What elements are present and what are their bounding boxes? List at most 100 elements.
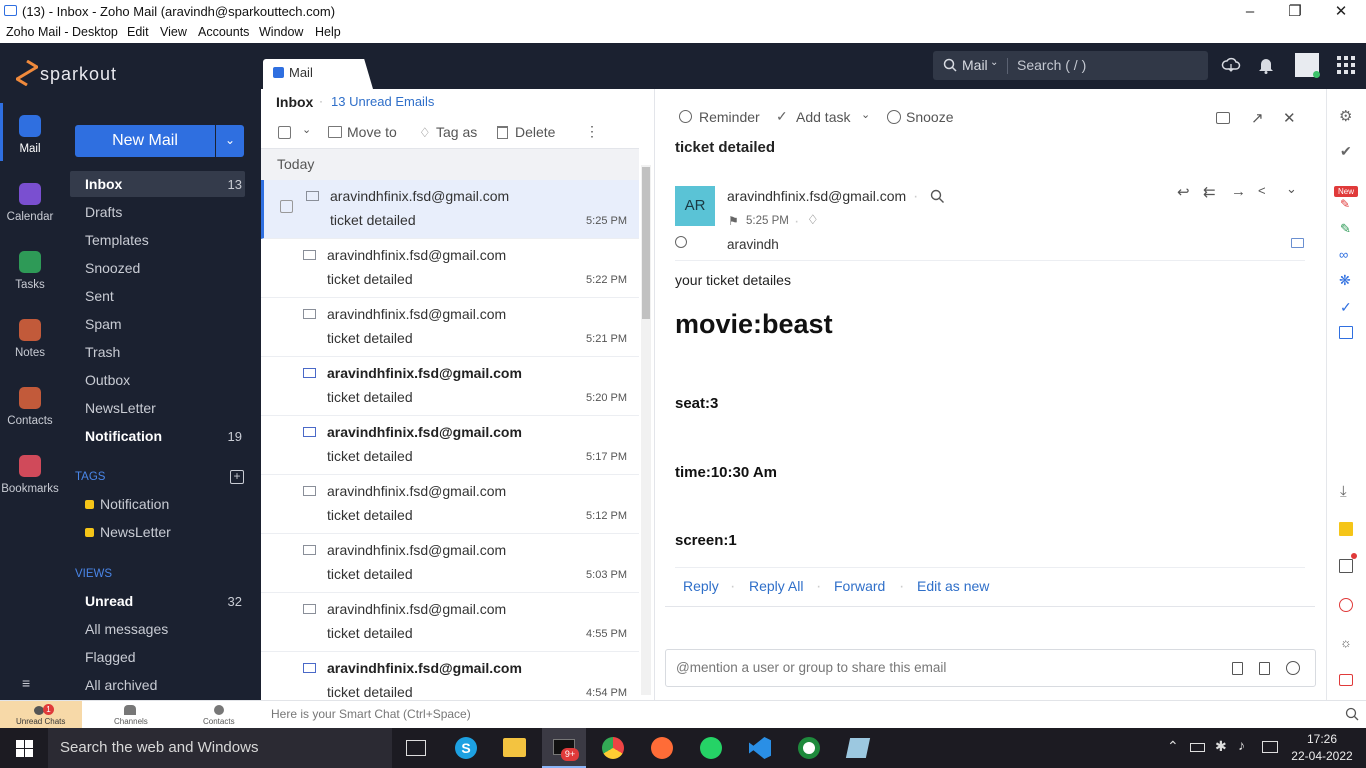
check-icon[interactable]: ✓ (1340, 299, 1352, 316)
folder-outbox[interactable]: Outbox (85, 372, 130, 388)
unread-count-link[interactable]: 13 Unread Emails (331, 94, 434, 109)
new-mail-dropdown[interactable]: ⌄ (216, 125, 244, 157)
task-icon[interactable] (1259, 662, 1270, 675)
list-scrollbar-thumb[interactable] (642, 167, 650, 319)
task-view-icon[interactable] (406, 740, 426, 756)
snooze-button[interactable]: Snooze (906, 109, 953, 125)
folder-trash[interactable]: Trash (85, 344, 120, 360)
reply-all-link[interactable]: Reply All (749, 578, 803, 594)
row-checkbox[interactable] (280, 200, 293, 213)
list-item[interactable]: aravindhfinix.fsd@gmail.com ticket detai… (261, 593, 639, 652)
view-unread[interactable]: Unread (85, 593, 133, 609)
integrations-icon[interactable]: ❋ (1339, 272, 1351, 289)
feedback-icon[interactable] (1339, 674, 1353, 686)
app-icon[interactable] (845, 738, 871, 758)
wifi-icon[interactable]: ✱ (1215, 738, 1227, 755)
sticky-note-icon[interactable] (1339, 522, 1353, 536)
whatsapp-icon[interactable] (700, 737, 722, 759)
folder-newsletter[interactable]: NewsLetter (85, 400, 156, 416)
windows-start-icon[interactable] (16, 740, 33, 757)
tag-icon[interactable]: ♢ (807, 212, 819, 228)
menu-view[interactable]: View (160, 25, 187, 39)
folder-spam[interactable]: Spam (85, 316, 122, 332)
new-mail-button[interactable]: New Mail (75, 125, 215, 157)
view-all-messages[interactable]: All messages (85, 621, 168, 637)
search-scope[interactable]: Mail (962, 57, 988, 73)
search-bar[interactable]: Mail ⌄ Search ( / ) (933, 51, 1208, 80)
chevron-down-icon[interactable]: ⌄ (1286, 181, 1297, 197)
chart-icon[interactable]: ✎ (1340, 221, 1351, 237)
more-options-icon[interactable]: ⋮ (585, 123, 599, 140)
chrome-icon[interactable] (602, 737, 624, 759)
reminder-button[interactable]: Reminder (699, 109, 760, 125)
rail-item-contacts[interactable]: Contacts (0, 387, 60, 427)
folder-sent[interactable]: Sent (85, 288, 114, 304)
edit-as-new-link[interactable]: Edit as new (917, 578, 989, 594)
add-tag-icon[interactable]: + (230, 470, 244, 484)
search-icon[interactable] (930, 189, 945, 204)
tab-mail[interactable]: Mail (263, 59, 373, 89)
node-icon[interactable] (798, 737, 820, 759)
comment-input[interactable]: @mention a user or group to share this e… (665, 649, 1316, 687)
search-input[interactable]: Search ( / ) (1017, 57, 1086, 73)
flag-icon[interactable]: ⚑ (728, 214, 739, 228)
menu-help[interactable]: Help (315, 25, 341, 39)
breadcrumb-inbox[interactable]: Inbox (276, 94, 313, 110)
list-item[interactable]: aravindhfinix.fsd@gmail.com ticket detai… (261, 357, 639, 416)
tag-newsletter[interactable]: NewsLetter (100, 524, 171, 540)
rail-item-tasks[interactable]: Tasks (0, 251, 60, 291)
taskbar-search[interactable]: Search the web and Windows (48, 728, 392, 768)
tag-notification[interactable]: Notification (100, 496, 169, 512)
folder-snoozed[interactable]: Snoozed (85, 260, 140, 276)
rail-item-calendar[interactable]: Calendar (0, 183, 60, 223)
tray-chevron-icon[interactable]: ⌃ (1167, 738, 1179, 755)
expand-details-icon[interactable] (675, 236, 687, 248)
reply-all-icon[interactable]: ⇇ (1203, 183, 1216, 201)
bell-icon[interactable] (1258, 56, 1274, 74)
menu-window[interactable]: Window (259, 25, 303, 39)
folder-drafts[interactable]: Drafts (85, 204, 122, 220)
open-new-window-icon[interactable]: ↗ (1251, 109, 1264, 127)
tab-channels[interactable]: Channels (82, 701, 178, 728)
list-item[interactable]: aravindhfinix.fsd@gmail.com ticket detai… (261, 475, 639, 534)
smart-chat-input[interactable]: Here is your Smart Chat (Ctrl+Space) (271, 707, 471, 721)
notes-icon[interactable] (1232, 662, 1243, 675)
signature-icon[interactable]: ✔ (1340, 143, 1352, 160)
tag-as-button[interactable]: Tag as (436, 124, 477, 140)
restore-button[interactable]: ❐ (1272, 0, 1318, 24)
list-item[interactable]: aravindhfinix.fsd@gmail.com ticket detai… (261, 180, 639, 239)
collapse-menu-icon[interactable]: ≡ (22, 675, 30, 691)
menu-edit[interactable]: Edit (127, 25, 149, 39)
app-grid-icon[interactable] (1337, 56, 1356, 75)
delete-button[interactable]: Delete (515, 124, 555, 140)
keyboard-icon[interactable] (1262, 741, 1278, 753)
list-item[interactable]: aravindhfinix.fsd@gmail.com ticket detai… (261, 534, 639, 593)
view-flagged[interactable]: Flagged (85, 649, 136, 665)
add-task-button[interactable]: Add task (796, 109, 850, 125)
rail-item-bookmarks[interactable]: Bookmarks (0, 455, 60, 495)
minimize-button[interactable]: – (1227, 0, 1273, 24)
link-icon[interactable]: ∞ (1339, 247, 1348, 262)
cloud-sync-icon[interactable] (1221, 55, 1241, 75)
file-explorer-icon[interactable] (503, 738, 526, 757)
reading-mode-icon[interactable] (1291, 238, 1304, 248)
forward-icon[interactable]: → (1231, 183, 1246, 200)
bulb-icon[interactable]: ☼ (1340, 635, 1352, 650)
alarm-icon[interactable] (1339, 598, 1353, 612)
chevron-down-icon[interactable]: ⌄ (302, 123, 311, 136)
sender-email[interactable]: aravindhfinix.fsd@gmail.com (727, 188, 906, 204)
pen-icon[interactable]: ✎ (1340, 197, 1350, 211)
clock-date[interactable]: 22-04-2022 (1286, 749, 1358, 763)
list-item[interactable]: aravindhfinix.fsd@gmail.com ticket detai… (261, 298, 639, 357)
tab-unread-chats[interactable]: 1 Unread Chats (0, 701, 82, 728)
list-item[interactable]: aravindhfinix.fsd@gmail.com ticket detai… (261, 652, 639, 700)
menu-app[interactable]: Zoho Mail - Desktop (6, 25, 118, 39)
chevron-down-icon[interactable]: ⌄ (861, 108, 870, 121)
reply-icon[interactable]: ↩ (1177, 183, 1190, 201)
list-item[interactable]: aravindhfinix.fsd@gmail.com ticket detai… (261, 416, 639, 475)
share-icon[interactable]: < (1258, 183, 1266, 198)
reply-link[interactable]: Reply (683, 578, 719, 594)
vscode-icon[interactable] (749, 737, 771, 759)
report-icon[interactable] (1339, 326, 1353, 339)
search-icon[interactable] (1345, 707, 1359, 721)
